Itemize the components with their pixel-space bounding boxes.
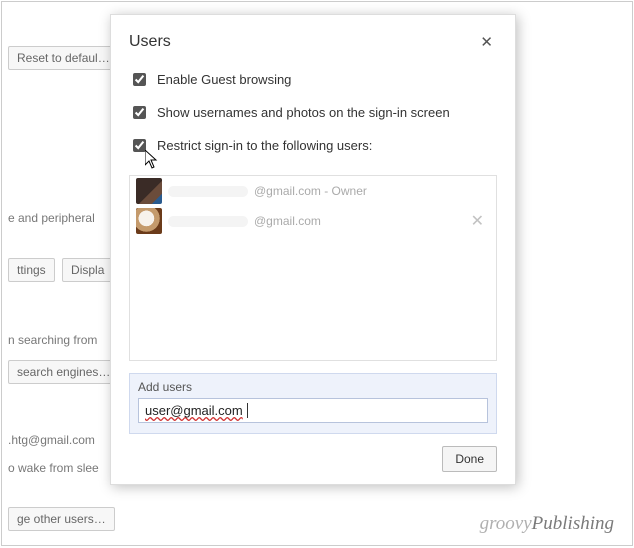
option-label: Show usernames and photos on the sign-in… xyxy=(157,105,450,120)
user-domain-suffix: @gmail.com xyxy=(254,214,321,228)
bg-text-searching: n searching from xyxy=(8,333,97,347)
bg-text-wake: o wake from slee xyxy=(8,461,99,475)
avatar xyxy=(136,208,162,234)
bg-text-email: .htg@gmail.com xyxy=(8,433,95,447)
done-button[interactable]: Done xyxy=(442,446,497,472)
user-domain-suffix: @gmail.com - Owner xyxy=(254,184,367,198)
settings-button-frag[interactable]: ttings xyxy=(8,258,55,282)
avatar xyxy=(136,178,162,204)
bg-text-peripherals: e and peripheral xyxy=(8,211,95,225)
reset-defaults-button[interactable]: Reset to defaul… xyxy=(8,46,119,70)
add-users-section: Add users user@gmail.com xyxy=(129,373,497,434)
option-guest-browsing[interactable]: Enable Guest browsing xyxy=(129,70,497,89)
option-show-usernames[interactable]: Show usernames and photos on the sign-in… xyxy=(129,103,497,122)
add-users-input[interactable]: user@gmail.com xyxy=(138,398,488,423)
remove-user-icon[interactable]: ✕ xyxy=(465,211,490,231)
user-email-redacted xyxy=(168,186,248,197)
display-button-frag[interactable]: Displa xyxy=(62,258,113,282)
close-icon[interactable]: ✕ xyxy=(476,33,497,52)
restricted-users-list: @gmail.com - Owner @gmail.com ✕ xyxy=(129,175,497,361)
dialog-title: Users xyxy=(129,33,171,51)
users-dialog: Users ✕ Enable Guest browsing Show usern… xyxy=(110,14,516,485)
manage-other-users-button[interactable]: ge other users… xyxy=(8,507,115,531)
option-label: Restrict sign-in to the following users: xyxy=(157,138,372,153)
manage-search-engines-button[interactable]: search engines… xyxy=(8,360,119,384)
option-restrict-signin[interactable]: Restrict sign-in to the following users: xyxy=(129,136,497,155)
watermark: groovyPublishing xyxy=(480,513,614,535)
checkbox-guest-browsing[interactable] xyxy=(133,73,146,86)
user-email-redacted xyxy=(168,216,248,227)
user-row: @gmail.com ✕ xyxy=(130,206,496,236)
checkbox-show-usernames[interactable] xyxy=(133,106,146,119)
add-users-label: Add users xyxy=(138,380,488,394)
user-row-owner: @gmail.com - Owner xyxy=(130,176,496,206)
option-label: Enable Guest browsing xyxy=(157,72,291,87)
checkbox-restrict-signin[interactable] xyxy=(133,139,146,152)
